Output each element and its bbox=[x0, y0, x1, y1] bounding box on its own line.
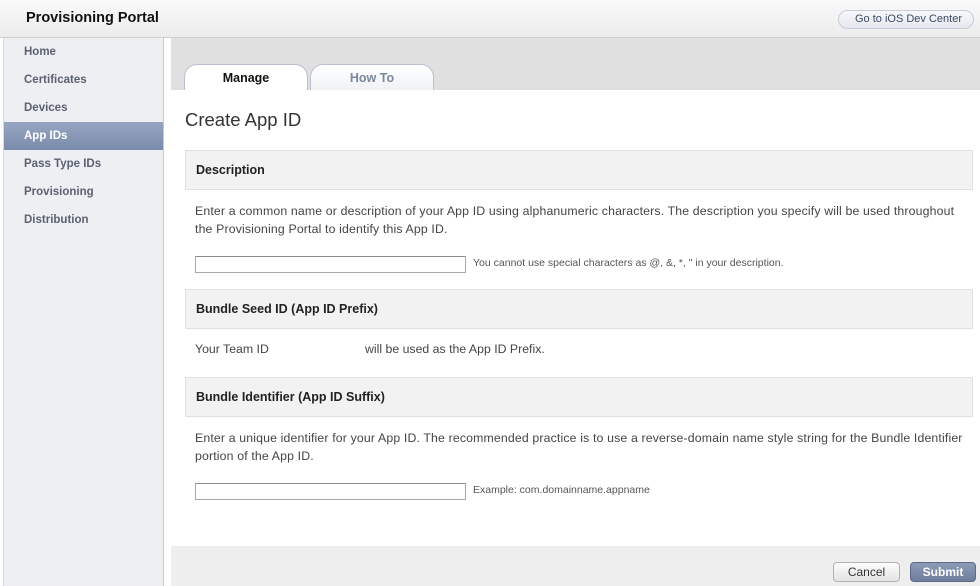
sidebar-item-provisioning[interactable]: Provisioning bbox=[4, 178, 163, 206]
cancel-button[interactable]: Cancel bbox=[833, 562, 900, 582]
sidebar: Home Certificates Devices App IDs Pass T… bbox=[3, 38, 164, 586]
sidebar-item-pass-type-ids[interactable]: Pass Type IDs bbox=[4, 150, 163, 178]
description-help-text: Enter a common name or description of yo… bbox=[195, 204, 955, 236]
bundle-seed-section-header: Bundle Seed ID (App ID Prefix) bbox=[185, 289, 973, 329]
description-hint: You cannot use special characters as @, … bbox=[473, 257, 784, 269]
bundle-identifier-hint: Example: com.domainname.appname bbox=[473, 484, 650, 496]
sidebar-item-home[interactable]: Home bbox=[4, 38, 163, 66]
tab-manage[interactable]: Manage bbox=[184, 64, 308, 90]
sidebar-item-devices[interactable]: Devices bbox=[4, 94, 163, 122]
sidebar-item-distribution[interactable]: Distribution bbox=[4, 206, 163, 234]
bundle-identifier-section-header: Bundle Identifier (App ID Suffix) bbox=[185, 377, 973, 417]
sidebar-item-certificates[interactable]: Certificates bbox=[4, 66, 163, 94]
description-input[interactable] bbox=[195, 256, 466, 273]
team-id-suffix-text: will be used as the App ID Prefix. bbox=[365, 342, 545, 356]
sidebar-item-app-ids[interactable]: App IDs bbox=[4, 122, 163, 150]
team-id-label: Your Team ID bbox=[195, 342, 269, 356]
description-section-header: Description bbox=[185, 150, 973, 190]
submit-button[interactable]: Submit bbox=[910, 562, 976, 582]
bundle-identifier-input[interactable] bbox=[195, 483, 466, 500]
portal-title: Provisioning Portal bbox=[26, 10, 159, 26]
top-header: Provisioning Portal Go to iOS Dev Center bbox=[0, 0, 980, 38]
bundle-identifier-help-text: Enter a unique identifier for your App I… bbox=[195, 431, 963, 463]
page-title: Create App ID bbox=[185, 109, 302, 130]
go-to-dev-center-button[interactable]: Go to iOS Dev Center bbox=[838, 10, 974, 29]
tab-how-to[interactable]: How To bbox=[310, 64, 434, 90]
tab-strip: Manage How To bbox=[171, 38, 980, 90]
